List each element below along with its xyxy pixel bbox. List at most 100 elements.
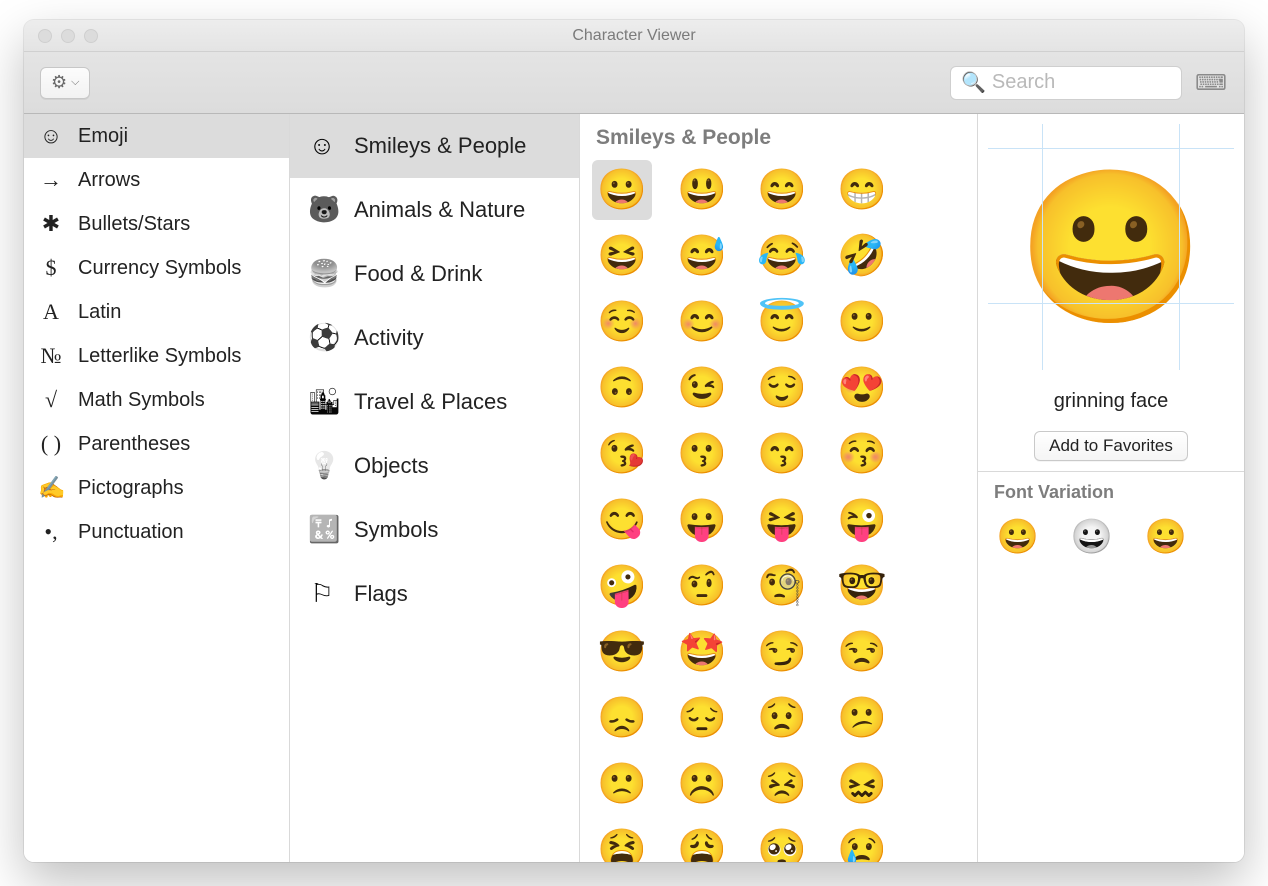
emoji-cell[interactable]: 😉 xyxy=(672,358,732,418)
emoji-cell[interactable]: 😆 xyxy=(592,226,652,286)
category-item[interactable]: →Arrows xyxy=(24,158,289,202)
toggle-keyboard-button[interactable]: ⌨ xyxy=(1194,66,1228,100)
emoji-cell[interactable]: 😂 xyxy=(752,226,812,286)
emoji-cell[interactable]: 😀 xyxy=(592,160,652,220)
subcategory-icon: 🔣 xyxy=(308,515,336,545)
emoji-cell[interactable]: 😃 xyxy=(672,160,732,220)
emoji-cell[interactable]: 😍 xyxy=(832,358,892,418)
toolbar: ⚙ ⌵ 🔍 ⌨ xyxy=(24,52,1244,114)
zoom-button[interactable] xyxy=(84,29,98,43)
emoji-cell[interactable]: 😟 xyxy=(752,688,812,748)
emoji-cell[interactable]: 😘 xyxy=(592,424,652,484)
category-item[interactable]: ☺Emoji xyxy=(24,114,289,158)
preview-name: grinning face xyxy=(1054,390,1169,413)
emoji-cell[interactable]: 🙃 xyxy=(592,358,652,418)
emoji-cell[interactable]: 😫 xyxy=(592,820,652,862)
category-item[interactable]: √Math Symbols xyxy=(24,378,289,422)
category-item[interactable]: ALatin xyxy=(24,290,289,334)
subcategory-item[interactable]: ⚐Flags xyxy=(290,562,579,626)
subcategory-item[interactable]: 🐻Animals & Nature xyxy=(290,178,579,242)
emoji-cell[interactable]: 🥺 xyxy=(752,820,812,862)
subcategory-label: Objects xyxy=(354,453,429,479)
emoji-cell[interactable]: 😇 xyxy=(752,292,812,352)
category-item[interactable]: ✍Pictographs xyxy=(24,466,289,510)
gear-menu-button[interactable]: ⚙ ⌵ xyxy=(40,67,90,99)
subcategory-item[interactable]: 🔣Symbols xyxy=(290,498,579,562)
subcategory-sidebar[interactable]: ☺Smileys & People🐻Animals & Nature 🍔 Food … xyxy=(290,114,580,862)
category-icon: A xyxy=(38,299,64,325)
emoji-cell[interactable]: ☺️ xyxy=(592,292,652,352)
category-sidebar[interactable]: ☺Emoji→Arrows✱Bullets/Stars$Currency Sym… xyxy=(24,114,290,862)
category-icon: → xyxy=(38,167,64,193)
subcategory-item[interactable]: 💡Objects xyxy=(290,434,579,498)
emoji-cell[interactable]: 😔 xyxy=(672,688,732,748)
category-item[interactable]: $Currency Symbols xyxy=(24,246,289,290)
emoji-cell[interactable]: 🤩 xyxy=(672,622,732,682)
preview-glyph: 😀 xyxy=(1018,172,1205,322)
emoji-cell[interactable]: 😛 xyxy=(672,490,732,550)
category-item[interactable]: № Letterlike Symbols xyxy=(24,334,289,378)
minimize-button[interactable] xyxy=(61,29,75,43)
guide-line xyxy=(988,148,1234,149)
category-icon: № xyxy=(38,343,64,369)
emoji-cell[interactable]: 😜 xyxy=(832,490,892,550)
category-item[interactable]: ( )Parentheses xyxy=(24,422,289,466)
category-label: Letterlike Symbols xyxy=(78,345,241,368)
chevron-down-icon: ⌵ xyxy=(71,76,79,89)
subcategory-item[interactable]: 🏙Travel & Places xyxy=(290,370,579,434)
emoji-cell[interactable]: 😚 xyxy=(832,424,892,484)
emoji-cell[interactable]: 😋 xyxy=(592,490,652,550)
category-item[interactable]: ✱Bullets/Stars xyxy=(24,202,289,246)
emoji-cell[interactable]: 😅 xyxy=(672,226,732,286)
emoji-grid-scroll[interactable]: 😀 😃 😄 😁 😆 😅 😂 🤣 ☺️ 😊 😇 🙂 🙃 😉 😌 😍 😘 😗 😙 😚 😋 😛 😝 😜 🤪 🤨 🧐 🤓 😎 🤩 😏 😒 😞 😔 😟 😕 🙁 ☹️… xyxy=(580,160,977,862)
search-icon: 🔍 xyxy=(961,70,986,95)
search-field[interactable]: 🔍 xyxy=(950,66,1182,100)
emoji-cell[interactable]: 😌 xyxy=(752,358,812,418)
guide-line xyxy=(1042,124,1043,370)
emoji-cell[interactable]: 🧐 xyxy=(752,556,812,616)
close-button[interactable] xyxy=(38,29,52,43)
emoji-cell[interactable]: 🤣 xyxy=(832,226,892,286)
category-label: Pictographs xyxy=(78,477,184,500)
subcategory-icon: ⚽ xyxy=(308,323,336,353)
titlebar: Character Viewer xyxy=(24,20,1244,52)
category-item[interactable]: •,Punctuation xyxy=(24,510,289,554)
emoji-cell[interactable]: 😢 xyxy=(832,820,892,862)
emoji-cell[interactable]: 😞 xyxy=(592,688,652,748)
subcategory-label: Smileys & People xyxy=(354,133,526,159)
emoji-cell[interactable]: 😕 xyxy=(832,688,892,748)
search-input[interactable] xyxy=(992,71,1171,94)
keyboard-icon: ⌨ xyxy=(1195,70,1227,96)
emoji-cell[interactable]: 😗 xyxy=(672,424,732,484)
category-icon: ☺ xyxy=(38,123,64,149)
font-variant[interactable]: 😀 xyxy=(1070,515,1114,559)
emoji-cell[interactable]: 😝 xyxy=(752,490,812,550)
font-variant[interactable]: 😀 xyxy=(1144,515,1188,559)
emoji-cell[interactable]: 🤪 xyxy=(592,556,652,616)
subcategory-label: Food & Drink xyxy=(354,261,482,287)
emoji-cell[interactable]: 😏 xyxy=(752,622,812,682)
emoji-cell[interactable]: 😒 xyxy=(832,622,892,682)
emoji-cell[interactable]: 🤓 xyxy=(832,556,892,616)
add-to-favorites-button[interactable]: Add to Favorites xyxy=(1034,431,1188,461)
emoji-cell[interactable]: 😄 xyxy=(752,160,812,220)
emoji-cell[interactable]: 🙂 xyxy=(832,292,892,352)
emoji-cell[interactable]: 😩 xyxy=(672,820,732,862)
category-label: Math Symbols xyxy=(78,389,205,412)
font-variant[interactable]: 😀 xyxy=(996,515,1040,559)
subcategory-item[interactable]: ☺Smileys & People xyxy=(290,114,579,178)
emoji-cell[interactable]: 😊 xyxy=(672,292,732,352)
emoji-cell[interactable]: 😙 xyxy=(752,424,812,484)
subcategory-label: Travel & Places xyxy=(354,389,507,415)
emoji-cell[interactable]: 😣 xyxy=(752,754,812,814)
subcategory-item[interactable]: ⚽Activity xyxy=(290,306,579,370)
emoji-cell[interactable]: 😎 xyxy=(592,622,652,682)
subcategory-icon: 🍔 xyxy=(308,259,336,289)
subcategory-item[interactable]: 🍔 Food & Drink xyxy=(290,242,579,306)
preview-panel: 😀 grinning face Add to Favorites Font Va… xyxy=(978,114,1244,862)
emoji-cell[interactable]: 🙁 xyxy=(592,754,652,814)
emoji-cell[interactable]: ☹️ xyxy=(672,754,732,814)
emoji-cell[interactable]: 😁 xyxy=(832,160,892,220)
emoji-cell[interactable]: 😖 xyxy=(832,754,892,814)
emoji-cell[interactable]: 🤨 xyxy=(672,556,732,616)
